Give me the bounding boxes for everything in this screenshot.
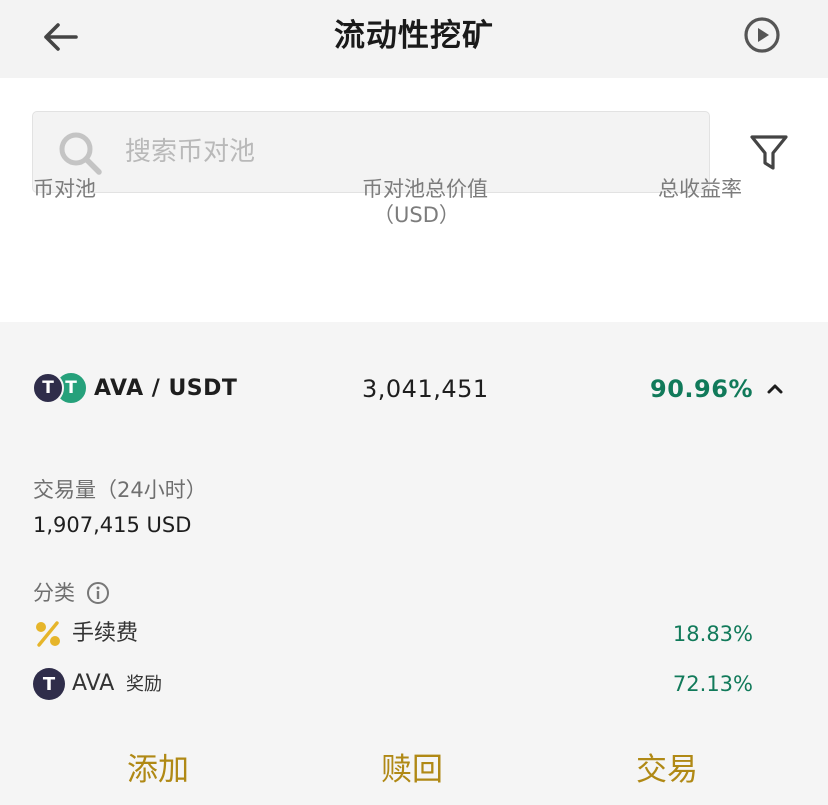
search-input[interactable] (125, 131, 685, 173)
pool-apr-value: 90.96% (650, 375, 753, 403)
search-icon (59, 132, 102, 175)
volume-label: 交易量（24小时） (33, 478, 207, 502)
page-title: 流动性挖矿 (334, 18, 494, 54)
chevron-up-icon[interactable] (763, 377, 787, 401)
add-button[interactable]: 添加 (127, 748, 189, 792)
category-label: 分类 (33, 581, 75, 605)
redeem-button[interactable]: 赎回 (381, 748, 443, 792)
reward-label: 奖励 (126, 674, 162, 695)
column-header-apr[interactable]: 总收益率 (658, 176, 742, 202)
reward-value: 72.13% (672, 672, 753, 696)
trade-button[interactable]: 交易 (636, 748, 698, 792)
volume-value: 1,907,415 USD (33, 513, 192, 537)
column-header-pair[interactable]: 币对池 (33, 176, 96, 202)
pool-coin-icons: T T (32, 371, 92, 405)
ava-coin-icon: T (33, 668, 65, 700)
fee-label: 手续费 (72, 621, 139, 646)
ava-coin-icon: T (32, 372, 64, 404)
percent-icon (36, 621, 60, 647)
info-icon[interactable] (86, 581, 110, 605)
column-header-tvl-unit: （USD） (373, 203, 460, 227)
fee-value: 18.83% (672, 622, 753, 646)
filter-icon[interactable] (746, 129, 792, 175)
pool-pair-name[interactable]: AVA / USDT (94, 373, 237, 405)
top-bar: 流动性挖矿 (0, 0, 828, 78)
play-circle-icon[interactable] (741, 14, 783, 56)
reward-token: AVA (72, 671, 115, 696)
column-header-tvl[interactable]: 币对池总价值 (362, 176, 488, 202)
pool-tvl-value: 3,041,451 (362, 375, 489, 403)
